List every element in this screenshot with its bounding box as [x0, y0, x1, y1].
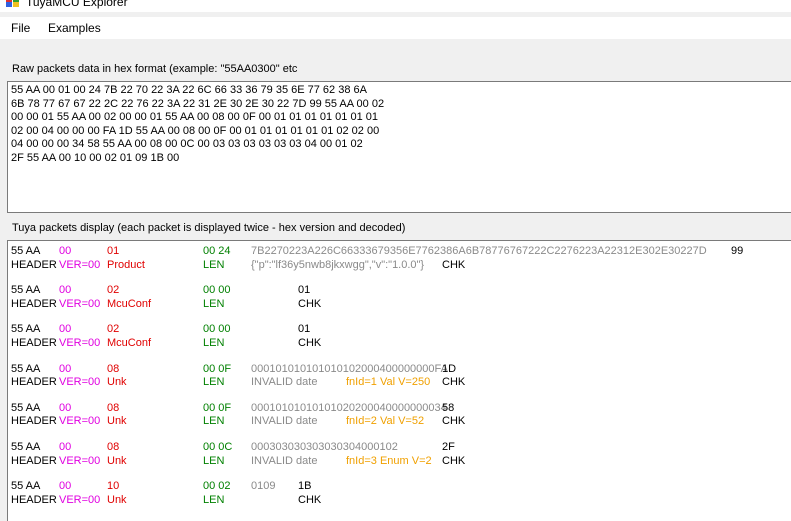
tuya-packets-label: Tuya packets display (each packet is dis… — [12, 222, 406, 234]
packet-hex-len: 00 24 — [203, 245, 231, 257]
menu-examples[interactable]: Examples — [48, 21, 101, 35]
packet-dec-cmd: McuConf — [107, 336, 152, 349]
packet-dec-chk: CHK — [442, 415, 466, 428]
packet-hex-header: 55 AA — [11, 441, 41, 453]
packet-dec-chk: CHK — [442, 454, 466, 467]
packet-hex-cmd: 02 — [107, 323, 120, 336]
raw-packets-label: Raw packets data in hex format (example:… — [12, 63, 298, 75]
packet-dec-len: LEN — [203, 415, 225, 428]
packet-dec-fn: fnId=3 Enum V=2 — [346, 454, 432, 467]
packet-dec-len: LEN — [203, 297, 225, 310]
packet-hex-header: 55 AA — [11, 323, 41, 336]
packet-dec-ver: VER=00 — [59, 336, 101, 349]
packet-hex-ver: 00 — [59, 401, 72, 414]
packet-hex-ver: 00 — [59, 441, 72, 453]
packet-dec-cmd: McuConf — [107, 297, 152, 310]
packet-dec-chk: CHK — [442, 258, 466, 271]
packet-hex-len: 00 0C — [203, 441, 233, 453]
packet-row: 55 AA HEADER 00 VER=00 08 Unk 00 0C LEN 00030303… — [8, 439, 788, 469]
packet-hex-chk: 1B — [298, 480, 312, 493]
packet-hex-chk: 01 — [298, 323, 311, 336]
packet-dec-header: HEADER — [11, 258, 57, 271]
packet-dec-data: {"p":"lf36y5nwb8jkxwgg","v":"1.0.0"} — [251, 258, 425, 271]
packet-hex-header: 55 AA — [11, 480, 41, 493]
packet-dec-len: LEN — [203, 454, 225, 467]
title-bar: TuyaMCU Explorer — [0, 0, 791, 12]
packet-dec-fn: fnId=1 Val V=250 — [346, 376, 431, 389]
packet-dec-len: LEN — [203, 336, 225, 349]
packet-dec-chk: CHK — [298, 336, 322, 349]
packet-row: 55 AA HEADER 00 VER=00 02 McuConf 00 00 LEN 01 CH… — [8, 282, 788, 312]
packet-hex-data: 000303030303030304000102 — [251, 441, 398, 453]
raw-packets-input[interactable]: 55 AA 00 01 00 24 7B 22 70 22 3A 22 6C 6… — [7, 81, 791, 213]
packet-hex-len: 00 02 — [203, 480, 231, 493]
packet-hex-chk: 99 — [731, 245, 744, 257]
packet-dec-chk: CHK — [442, 376, 466, 389]
packet-hex-header: 55 AA — [11, 401, 41, 414]
packet-hex-cmd: 08 — [107, 441, 120, 453]
packet-dec-len: LEN — [203, 258, 225, 271]
packet-hex-ver: 00 — [59, 284, 72, 297]
packet-dec-cmd: Product — [107, 258, 145, 271]
packet-dec-header: HEADER — [11, 297, 57, 310]
packet-hex-data: 00010101010101020200040000000034 — [251, 401, 447, 414]
packet-hex-ver: 00 — [59, 362, 72, 375]
packet-dec-chk: CHK — [298, 297, 322, 310]
packet-hex-ver: 00 — [59, 245, 72, 257]
packet-dec-ver: VER=00 — [59, 454, 101, 467]
packet-hex-chk: 1D — [442, 362, 457, 375]
menu-bar: File Examples — [0, 17, 791, 39]
packet-dec-ver: VER=00 — [59, 297, 101, 310]
packet-hex-header: 55 AA — [11, 362, 41, 375]
packet-dec-fn: fnId=2 Val V=52 — [346, 415, 425, 428]
packet-hex-data: 000101010101010102000400000000FA — [251, 362, 448, 375]
packet-hex-len: 00 00 — [203, 284, 231, 297]
packet-dec-header: HEADER — [11, 336, 57, 349]
packet-dec-cmd: Unk — [107, 376, 127, 389]
packet-hex-data: 7B2270223A226C66333679356E7762386A6B7877… — [251, 245, 707, 257]
packet-hex-chk: 2F — [442, 441, 455, 453]
menu-file[interactable]: File — [11, 21, 30, 35]
packet-row: 55 AA HEADER 00 VER=00 10 Unk 00 02 LEN 0109 1B CH… — [8, 478, 788, 508]
packet-hex-len: 00 0F — [203, 401, 232, 414]
packet-dec-len: LEN — [203, 376, 225, 389]
packet-hex-ver: 00 — [59, 480, 72, 493]
packet-dec-header: HEADER — [11, 454, 57, 467]
packet-hex-cmd: 08 — [107, 401, 120, 414]
packet-dec-header: HEADER — [11, 415, 57, 428]
packet-hex-len: 00 00 — [203, 323, 231, 336]
app-icon — [6, 0, 20, 7]
packet-dec-data: INVALID date — [251, 415, 318, 428]
packet-hex-cmd: 01 — [107, 245, 120, 257]
packet-dec-cmd: Unk — [107, 415, 127, 428]
packet-hex-data: 0109 — [251, 480, 276, 493]
packet-dec-ver: VER=00 — [59, 376, 101, 389]
packet-dec-data: INVALID date — [251, 376, 318, 389]
packet-row: 55 AA HEADER 00 VER=00 01 Product 00 24 LEN 7B22… — [8, 243, 788, 273]
packet-row: 55 AA HEADER 00 VER=00 08 Unk 00 0F LEN 00010101… — [8, 400, 788, 430]
packet-hex-len: 00 0F — [203, 362, 232, 375]
packet-dec-ver: VER=00 — [59, 258, 101, 271]
packet-dec-ver: VER=00 — [59, 493, 101, 506]
packet-hex-chk: 01 — [298, 284, 311, 297]
packet-row: 55 AA HEADER 00 VER=00 02 McuConf 00 00 LEN 01 CH… — [8, 321, 788, 351]
packet-dec-cmd: Unk — [107, 454, 127, 467]
packet-hex-ver: 00 — [59, 323, 72, 336]
packet-dec-ver: VER=00 — [59, 415, 101, 428]
packet-dec-header: HEADER — [11, 376, 57, 389]
tuya-packets-display[interactable]: 55 AA HEADER 00 VER=00 01 Product 00 24 LEN 7B22… — [7, 240, 791, 521]
packet-hex-cmd: 08 — [107, 362, 120, 375]
packet-hex-cmd: 02 — [107, 284, 120, 297]
window-title: TuyaMCU Explorer — [26, 0, 128, 9]
packet-hex-chk: 58 — [442, 401, 455, 414]
packet-dec-header: HEADER — [11, 493, 57, 506]
packet-dec-data: INVALID date — [251, 454, 318, 467]
packet-hex-header: 55 AA — [11, 245, 41, 257]
packet-hex-header: 55 AA — [11, 284, 41, 297]
packet-dec-len: LEN — [203, 493, 225, 506]
packet-hex-cmd: 10 — [107, 480, 120, 493]
packet-dec-chk: CHK — [298, 493, 322, 506]
packet-dec-cmd: Unk — [107, 493, 127, 506]
packet-row: 55 AA HEADER 00 VER=00 08 Unk 00 0F LEN 00010101… — [8, 361, 788, 391]
